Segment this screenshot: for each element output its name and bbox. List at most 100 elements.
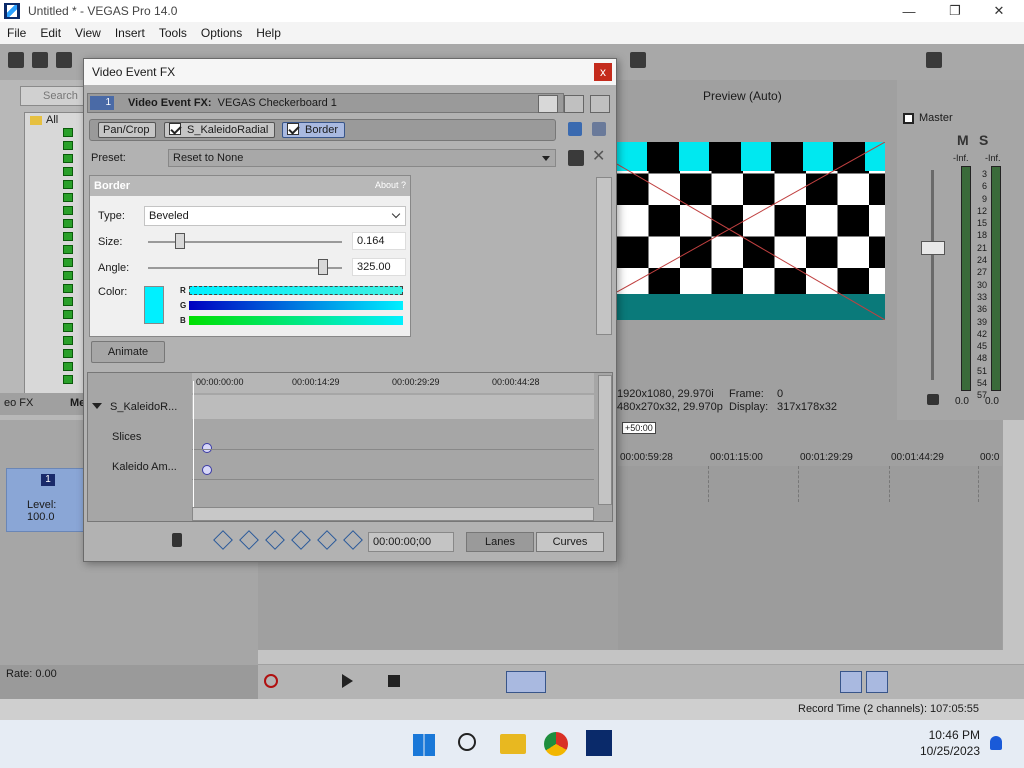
snap-button[interactable] xyxy=(840,671,862,693)
color-swatch[interactable] xyxy=(144,286,164,324)
size-slider-thumb[interactable] xyxy=(174,233,185,249)
checkbox-icon[interactable] xyxy=(287,123,299,135)
checkbox-icon[interactable] xyxy=(169,123,181,135)
collapse-arrow-icon[interactable] xyxy=(92,403,102,409)
tree-root[interactable]: All xyxy=(30,114,58,126)
list-item[interactable] xyxy=(25,373,91,386)
list-item[interactable] xyxy=(25,217,91,230)
keyframe-vertical-scrollbar[interactable] xyxy=(598,375,612,505)
list-view-icon[interactable] xyxy=(538,95,558,113)
dialog-title-bar[interactable]: Video Event FX x xyxy=(84,59,616,85)
open-icon[interactable] xyxy=(32,52,48,68)
curves-toggle[interactable]: Curves xyxy=(536,532,604,552)
first-keyframe-icon[interactable] xyxy=(213,530,233,550)
close-button[interactable]: ✕ xyxy=(976,0,1022,22)
blue-channel-slider[interactable] xyxy=(189,316,403,325)
list-item[interactable] xyxy=(25,334,91,347)
minimize-button[interactable]: — xyxy=(886,0,932,22)
list-item[interactable] xyxy=(25,152,91,165)
cursor-time-field[interactable]: 00:00:00;00 xyxy=(368,532,454,552)
vegas-taskbar-icon[interactable] xyxy=(586,730,612,756)
menu-insert[interactable]: Insert xyxy=(108,26,152,40)
menu-file[interactable]: File xyxy=(0,26,33,40)
list-item[interactable] xyxy=(25,126,91,139)
solo-button[interactable]: S xyxy=(979,132,988,148)
menu-options[interactable]: Options xyxy=(194,26,249,40)
plugin-chain-icon[interactable] xyxy=(568,122,582,136)
list-item[interactable] xyxy=(25,243,91,256)
type-dropdown[interactable]: Beveled xyxy=(144,206,406,226)
list-item[interactable] xyxy=(25,256,91,269)
play-button[interactable] xyxy=(342,674,353,688)
list-item[interactable] xyxy=(25,230,91,243)
chain-border-button[interactable]: Border xyxy=(282,122,346,138)
keyframe-scrollbar[interactable] xyxy=(192,507,594,521)
list-item[interactable] xyxy=(25,308,91,321)
animate-button[interactable]: Animate xyxy=(91,341,165,363)
next-keyframe-icon[interactable] xyxy=(265,530,285,550)
keyframe-point[interactable] xyxy=(202,443,212,453)
notification-bell-icon[interactable] xyxy=(990,736,1002,750)
menu-view[interactable]: View xyxy=(68,26,108,40)
chain-pan-crop-button[interactable]: Pan/Crop xyxy=(98,122,157,138)
green-channel-slider[interactable] xyxy=(189,301,403,310)
size-value-field[interactable]: 0.164 xyxy=(352,232,406,250)
angle-value-field[interactable]: 325.00 xyxy=(352,258,406,276)
prev-keyframe-icon[interactable] xyxy=(239,530,259,550)
menu-tools[interactable]: Tools xyxy=(152,26,194,40)
master-fader[interactable] xyxy=(921,241,945,255)
list-item[interactable] xyxy=(25,204,91,217)
timeline-vertical-scrollbar[interactable] xyxy=(1003,420,1024,650)
list-item[interactable] xyxy=(25,191,91,204)
list-item[interactable] xyxy=(25,360,91,373)
preset-dropdown[interactable]: Reset to None xyxy=(168,149,556,167)
list-item[interactable] xyxy=(25,295,91,308)
list-item[interactable] xyxy=(25,321,91,334)
tab-video-fx[interactable]: eo FX xyxy=(4,397,33,409)
list-item[interactable] xyxy=(25,282,91,295)
timeline-horizontal-scrollbar[interactable] xyxy=(258,650,1024,664)
keyframe-point[interactable] xyxy=(202,465,212,475)
menu-edit[interactable]: Edit xyxy=(33,26,68,40)
keyframe-ruler[interactable]: 00:00:00:00 00:00:14:29 00:00:29:29 00:0… xyxy=(192,373,594,393)
timeline-track-area[interactable] xyxy=(618,466,1002,652)
delete-keyframe-icon[interactable] xyxy=(343,530,363,550)
overlay-icon[interactable] xyxy=(630,52,646,68)
track-header-1[interactable]: 1 Level: 100.0 xyxy=(6,468,84,532)
stop-button[interactable] xyxy=(388,675,400,687)
system-clock[interactable]: 10:46 PM 10/25/2023 xyxy=(920,727,980,759)
angle-slider-thumb[interactable] xyxy=(317,259,328,275)
new-project-icon[interactable] xyxy=(8,52,24,68)
angle-slider-track[interactable] xyxy=(148,267,342,269)
preview-quality-dropdown[interactable]: Preview (Auto) xyxy=(703,89,782,103)
list-item[interactable] xyxy=(25,347,91,360)
mute-button[interactable]: M xyxy=(957,132,969,148)
save-icon[interactable] xyxy=(56,52,72,68)
last-keyframe-icon[interactable] xyxy=(291,530,311,550)
fx-panel-scrollbar[interactable] xyxy=(596,177,612,335)
red-channel-slider[interactable] xyxy=(189,286,403,295)
sync-cursor-icon[interactable] xyxy=(172,533,182,547)
save-preset-icon[interactable] xyxy=(568,150,584,166)
kf-main-lane[interactable] xyxy=(192,395,594,419)
grid-view-icon[interactable] xyxy=(590,95,610,113)
dialog-close-button[interactable]: x xyxy=(594,63,612,81)
search-input[interactable]: Search xyxy=(20,86,90,106)
search-icon[interactable] xyxy=(458,733,476,751)
menu-help[interactable]: Help xyxy=(249,26,288,40)
list-item[interactable] xyxy=(25,178,91,191)
settings-icon[interactable] xyxy=(926,52,942,68)
normal-edit-tool-button[interactable] xyxy=(506,671,546,693)
list-item[interactable] xyxy=(25,269,91,282)
timeline-ruler[interactable]: 00:00:59:28 00:01:15:00 00:01:29:29 00:0… xyxy=(618,450,1002,466)
start-icon[interactable] xyxy=(413,734,435,756)
restore-button[interactable]: ❐ xyxy=(932,0,978,22)
add-keyframe-icon[interactable] xyxy=(317,530,337,550)
list-item[interactable] xyxy=(25,165,91,178)
remove-plugin-icon[interactable] xyxy=(592,122,606,136)
list-item[interactable] xyxy=(25,139,91,152)
chrome-icon[interactable] xyxy=(544,732,568,756)
keyframe-cursor[interactable] xyxy=(193,381,194,511)
record-button[interactable] xyxy=(264,674,278,688)
compact-view-icon[interactable] xyxy=(564,95,584,113)
